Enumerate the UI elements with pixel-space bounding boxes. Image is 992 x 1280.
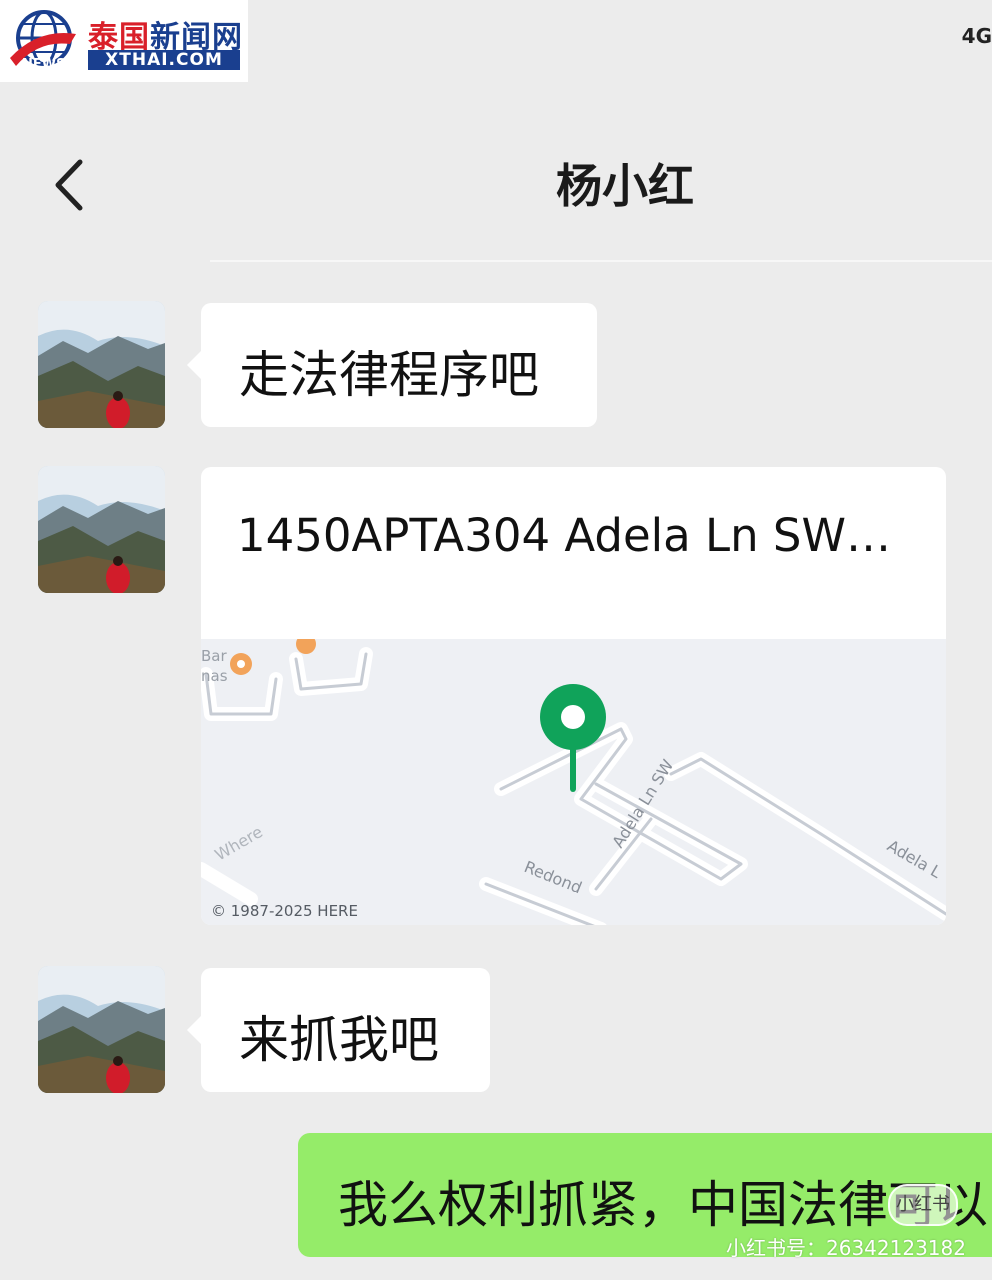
platform-watermark-badge: 小红书: [888, 1184, 958, 1226]
message-text: 走法律程序吧: [239, 346, 539, 404]
avatar-image: [38, 966, 165, 1093]
svg-text:NEWS: NEWS: [22, 57, 65, 72]
message-bubble-incoming[interactable]: 走法律程序吧: [187, 303, 597, 427]
contact-avatar[interactable]: [38, 966, 165, 1093]
poi-label: Bar: [201, 647, 227, 665]
contact-avatar[interactable]: [38, 466, 165, 593]
contact-avatar[interactable]: [38, 301, 165, 428]
globe-icon: NEWS: [10, 10, 76, 72]
platform-watermark-id: 小红书号：26342123182: [726, 1236, 966, 1260]
map-corner-label: Where: [212, 822, 266, 864]
header-divider: [210, 260, 992, 262]
message-bubble-incoming[interactable]: 来抓我吧: [187, 968, 490, 1092]
poi-label: nas: [201, 667, 228, 685]
street-label: Redond: [522, 857, 585, 897]
logo-domain: XTHAI.COM: [88, 50, 240, 70]
avatar-image: [38, 466, 165, 593]
news-site-logo: NEWS 泰国新闻网 XTHAI.COM: [0, 0, 248, 82]
location-message-card[interactable]: 1450APTA304 Adela Ln SW… Bar nas Adela L…: [201, 467, 946, 925]
network-indicator: 4G: [961, 24, 992, 48]
chat-title: 杨小红: [556, 159, 694, 213]
message-text: 来抓我吧: [239, 1011, 439, 1069]
map-preview[interactable]: Bar nas Adela Ln SW Adela L Redond Where…: [201, 634, 946, 925]
location-address: 1450APTA304 Adela Ln SW…: [237, 509, 891, 562]
map-drawing: Bar nas Adela Ln SW Adela L Redond Where…: [201, 634, 946, 925]
map-credit: © 1987-2025 HERE: [211, 902, 358, 920]
avatar-image: [38, 301, 165, 428]
